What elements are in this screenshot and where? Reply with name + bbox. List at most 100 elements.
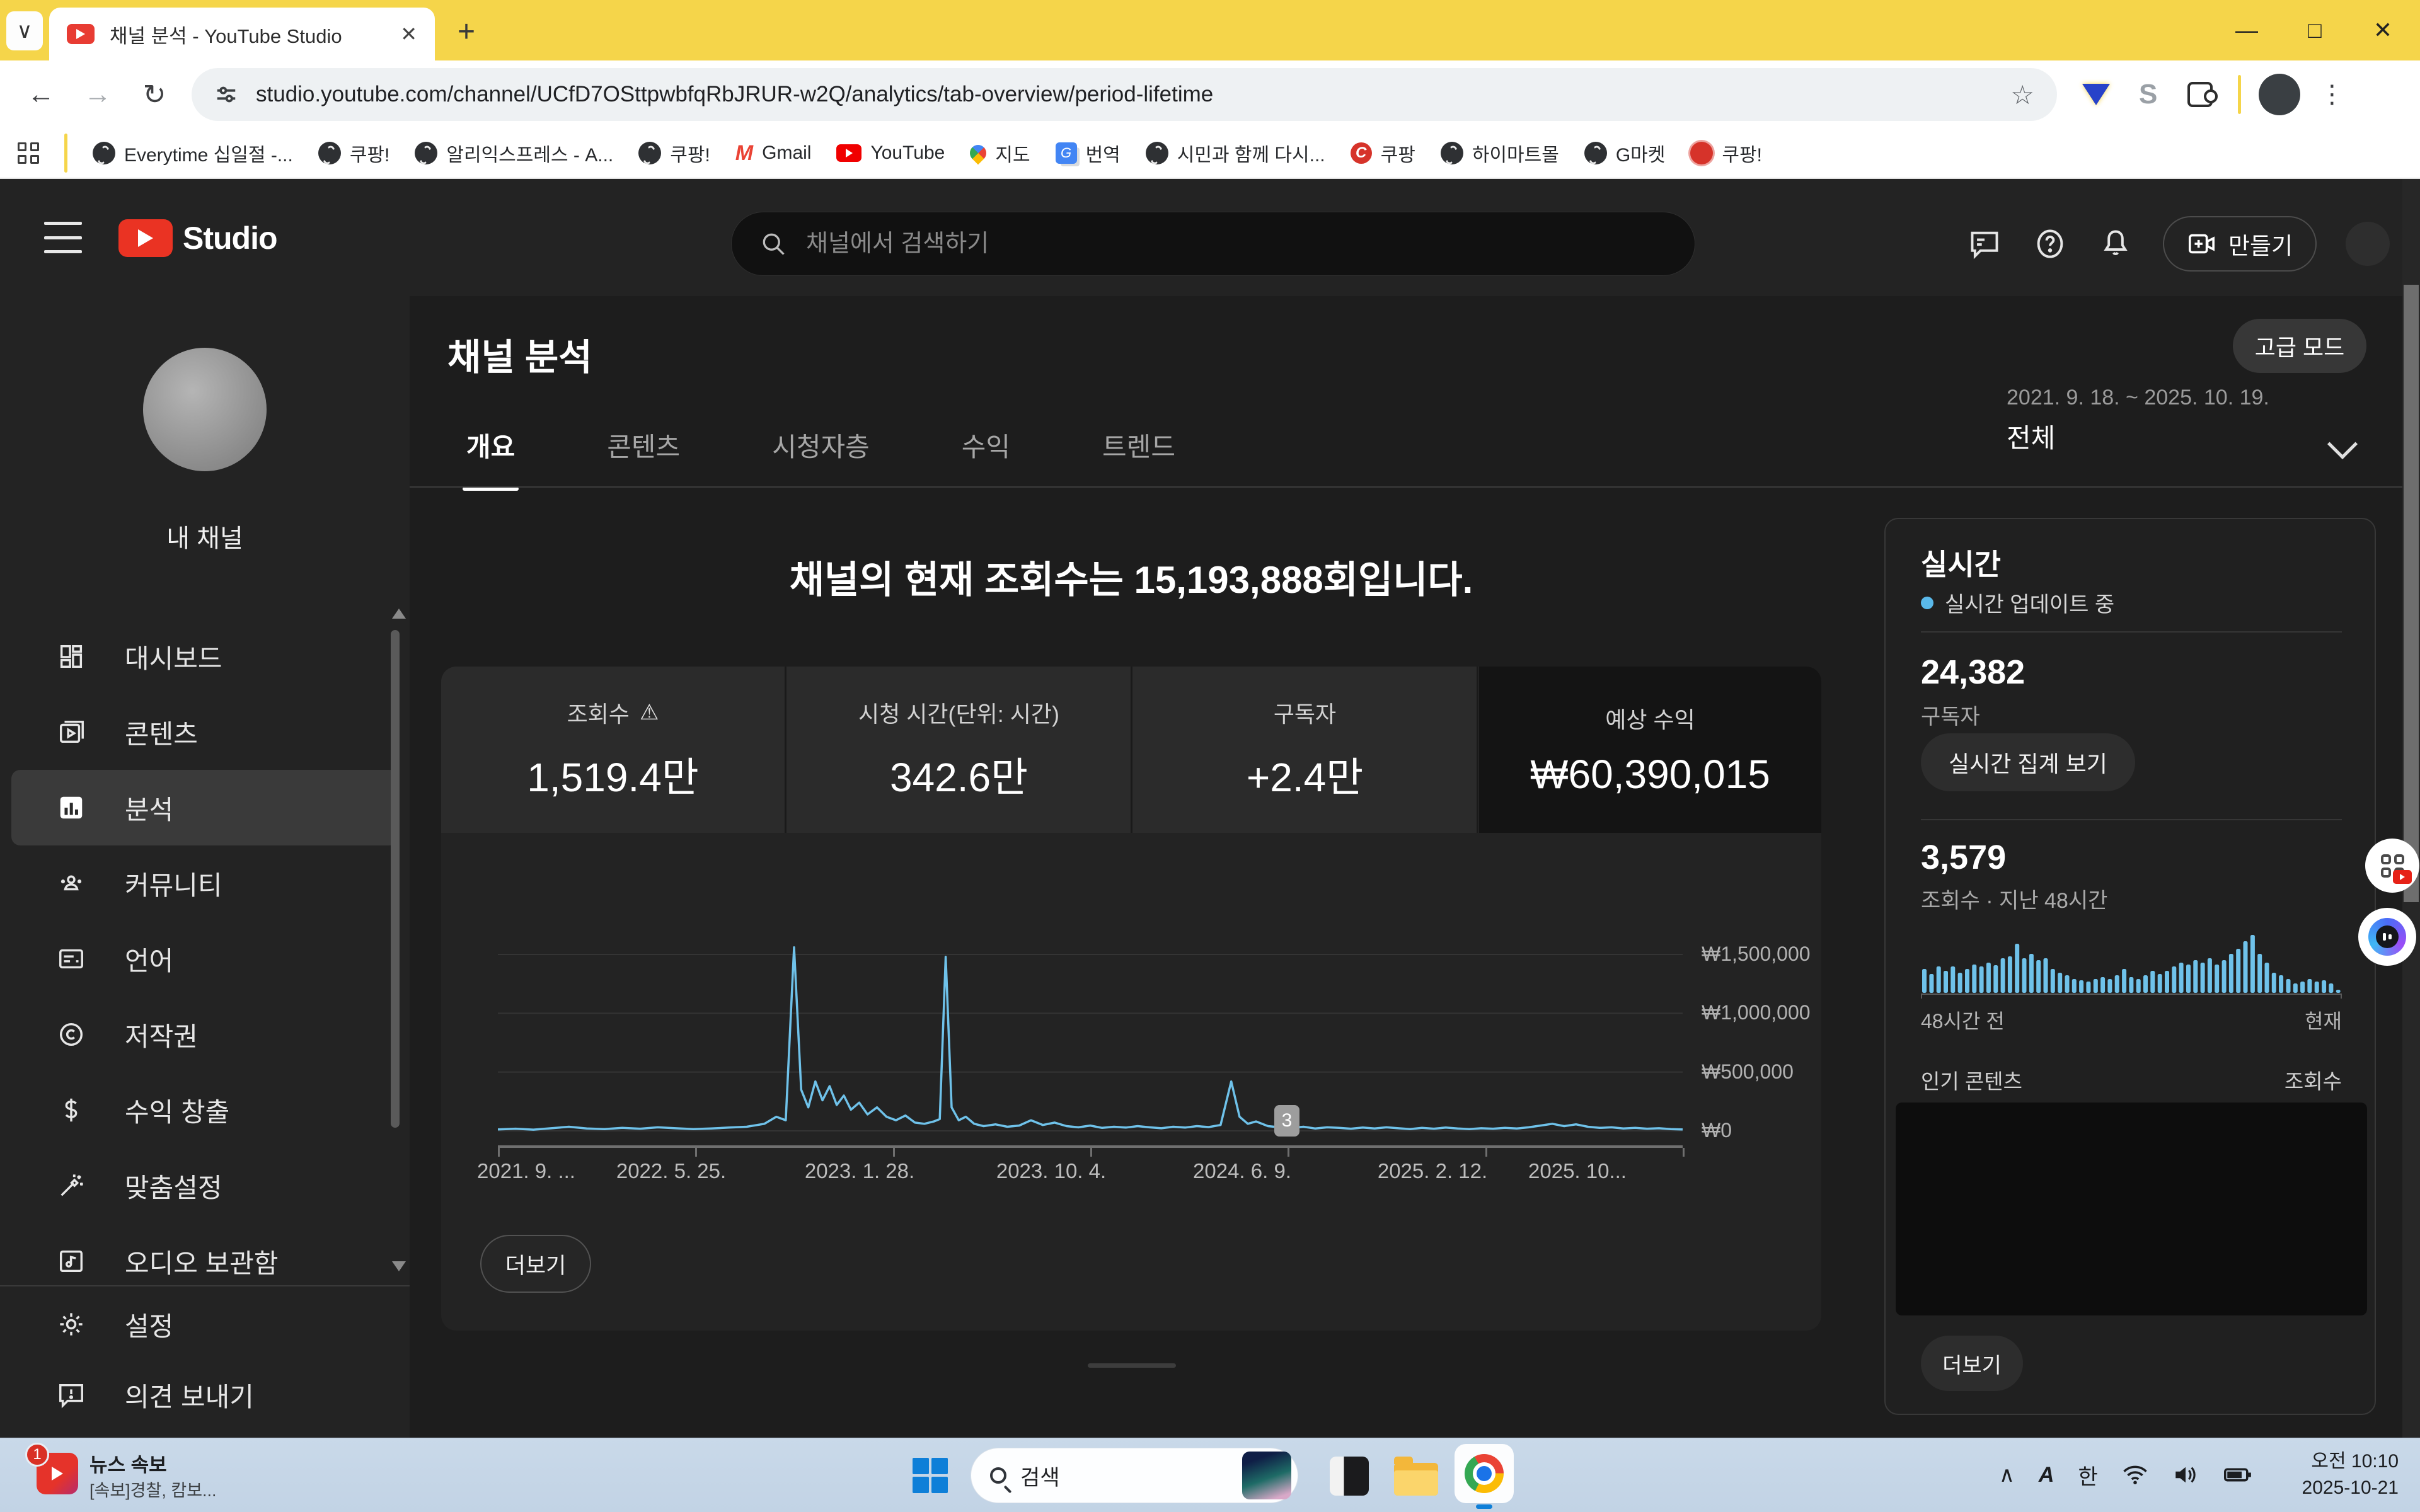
- file-explorer-icon[interactable]: [1394, 1463, 1438, 1496]
- see-live-count-button[interactable]: 실시간 집계 보기: [1921, 733, 2135, 791]
- period-label[interactable]: 전체: [2007, 417, 2055, 455]
- bookmark-star-icon[interactable]: ☆: [2010, 79, 2034, 110]
- metric-card-views[interactable]: 조회수⚠ 1,519.4만: [441, 667, 786, 833]
- tab-content[interactable]: 콘텐츠: [607, 426, 680, 491]
- maximize-button[interactable]: □: [2299, 17, 2331, 43]
- start-button[interactable]: [913, 1458, 948, 1493]
- forward-button[interactable]: →: [69, 79, 126, 110]
- bookmark-item[interactable]: 하이마트몰: [1441, 139, 1559, 167]
- chrome-taskbar-button[interactable]: [1455, 1444, 1514, 1503]
- metric-card-subscribers[interactable]: 구독자 +2.4만: [1133, 667, 1478, 833]
- minimize-button[interactable]: —: [2231, 17, 2262, 43]
- sidebar-item-subtitles[interactable]: 언어: [11, 921, 398, 997]
- bookmark-item[interactable]: C쿠팡: [1351, 139, 1415, 167]
- extensions-puzzle-icon[interactable]: [2187, 82, 2213, 107]
- browser-tab[interactable]: 채널 분석 - YouTube Studio ✕: [49, 8, 435, 60]
- url-text[interactable]: studio.youtube.com/channel/UCfD7OSttpwbf…: [256, 82, 1993, 107]
- notifications-bell-icon[interactable]: [2097, 226, 2134, 262]
- divider: [1921, 819, 2342, 820]
- feedback-comment-icon[interactable]: [1966, 226, 2003, 262]
- s-extension-icon[interactable]: S: [2139, 79, 2157, 110]
- y-tick-label: ₩1,500,000: [1702, 942, 1811, 966]
- sidebar-item-monetization[interactable]: 수익 창출: [11, 1072, 398, 1148]
- download-extension-icon[interactable]: [2082, 84, 2110, 105]
- taskbar-clock[interactable]: 오전 10:10 2025-10-21: [2273, 1438, 2399, 1512]
- sidebar-item-audio-library[interactable]: 오디오 보관함: [11, 1223, 398, 1285]
- pen-input-icon[interactable]: A: [2039, 1463, 2054, 1487]
- metric-card-watch-time[interactable]: 시청 시간(단위: 시간) 342.6만: [787, 667, 1132, 833]
- create-button[interactable]: 만들기: [2163, 216, 2317, 272]
- sidebar-scroll-down-icon[interactable]: [392, 1261, 406, 1271]
- studio-profile-avatar[interactable]: [2346, 222, 2390, 266]
- sidebar-item-send-feedback[interactable]: 의견 보내기: [11, 1360, 398, 1430]
- sidebar-item-content[interactable]: 콘텐츠: [11, 694, 398, 770]
- bookmark-item[interactable]: 알리익스프레스 - A...: [415, 139, 613, 167]
- divider: [64, 134, 67, 173]
- bookmark-item[interactable]: 쿠팡!: [1690, 139, 1762, 167]
- hamburger-menu-icon[interactable]: [44, 222, 82, 253]
- popular-content-list[interactable]: [1896, 1102, 2367, 1315]
- apps-grid-icon[interactable]: [18, 142, 39, 164]
- bookmark-item[interactable]: 시민과 함께 다시...: [1146, 139, 1325, 167]
- news-widget-title[interactable]: 뉴스 속보: [89, 1449, 167, 1477]
- sidebar-item-community[interactable]: 커뮤니티: [11, 845, 398, 921]
- battery-icon[interactable]: [2223, 1462, 2252, 1488]
- bookmark-item[interactable]: 쿠팡!: [318, 139, 390, 167]
- studio-search-box[interactable]: [731, 212, 1695, 276]
- analytics-card: 조회수⚠ 1,519.4만 시청 시간(단위: 시간) 342.6만 구독자 +…: [441, 667, 1821, 1331]
- tab-overview[interactable]: 개요: [466, 426, 515, 491]
- sidebar-item-copyright[interactable]: 저작권: [11, 997, 398, 1072]
- taskbar-app-device[interactable]: [1330, 1457, 1369, 1496]
- tab-revenue[interactable]: 수익: [962, 426, 1010, 491]
- x-tick-label: 2021. 9. ...: [477, 1159, 575, 1183]
- browser-profile-avatar[interactable]: [2259, 74, 2300, 115]
- volume-icon[interactable]: [2172, 1462, 2199, 1488]
- taskbar-search[interactable]: 검색: [971, 1448, 1298, 1503]
- studio-search-input[interactable]: [806, 231, 1667, 258]
- sidebar-item-customization[interactable]: 맞춤설정: [11, 1148, 398, 1223]
- bookmark-item[interactable]: G마켓: [1584, 139, 1666, 167]
- site-info-icon[interactable]: [214, 83, 238, 106]
- realtime-see-more-button[interactable]: 더보기: [1921, 1336, 2023, 1391]
- wifi-icon[interactable]: [2122, 1462, 2148, 1488]
- tab-audience[interactable]: 시청자층: [772, 426, 870, 491]
- studio-logo[interactable]: Studio: [118, 219, 277, 257]
- tab-search-button[interactable]: ∨: [6, 11, 43, 50]
- floating-app-widget[interactable]: [2365, 839, 2419, 893]
- floating-assistant-widget[interactable]: [2358, 908, 2416, 966]
- sidebar-item-settings[interactable]: 설정: [11, 1289, 398, 1360]
- x-tick-label: 2022. 5. 25.: [616, 1159, 726, 1183]
- metric-card-revenue[interactable]: 예상 수익 ₩60,390,015: [1479, 667, 1821, 833]
- warning-icon: ⚠: [640, 700, 659, 725]
- bookmark-item[interactable]: Everytime 십일절 -...: [93, 139, 293, 167]
- sidebar-scrollbar[interactable]: [391, 630, 400, 1128]
- news-widget-subtitle[interactable]: [속보]경찰, 캄보...: [89, 1477, 217, 1501]
- bookmark-item[interactable]: YouTube: [836, 142, 945, 164]
- help-icon[interactable]: [2032, 226, 2068, 262]
- tab-trends[interactable]: 트렌드: [1102, 426, 1175, 491]
- chart-scroll-badge[interactable]: 3: [1274, 1105, 1299, 1137]
- address-bar[interactable]: studio.youtube.com/channel/UCfD7OSttpwbf…: [192, 68, 2057, 121]
- tab-close-icon[interactable]: ✕: [400, 22, 417, 46]
- bookmark-item[interactable]: MGmail: [735, 141, 812, 166]
- advanced-mode-button[interactable]: 고급 모드: [2233, 319, 2366, 373]
- realtime-subscribers-value: 24,382: [1921, 653, 2025, 692]
- browser-menu-icon[interactable]: ⋮: [2319, 80, 2344, 109]
- channel-avatar[interactable]: [143, 348, 267, 471]
- tray-chevron-icon[interactable]: ∧: [1999, 1462, 2015, 1487]
- ime-korean-indicator[interactable]: 한: [2078, 1460, 2097, 1491]
- bookmark-item[interactable]: 지도: [970, 139, 1030, 167]
- page-scrollbar-thumb[interactable]: [2404, 285, 2419, 902]
- bookmark-item[interactable]: G번역: [1056, 139, 1121, 167]
- bookmark-item[interactable]: 쿠팡!: [638, 139, 710, 167]
- sidebar-scroll-up-icon[interactable]: [392, 609, 406, 619]
- see-more-button[interactable]: 더보기: [480, 1235, 591, 1293]
- chart-x-axis-labels: 2021. 9. ...2022. 5. 25.2023. 1. 28.2023…: [498, 1159, 1683, 1184]
- views-headline: 채널의 현재 조회수는 15,193,888회입니다.: [441, 549, 1821, 604]
- sidebar-item-analytics[interactable]: 분석: [11, 770, 398, 845]
- close-button[interactable]: ✕: [2367, 17, 2399, 43]
- reload-button[interactable]: ↻: [126, 79, 183, 111]
- new-tab-button[interactable]: +: [449, 14, 484, 49]
- sidebar-item-dashboard[interactable]: 대시보드: [11, 619, 398, 694]
- back-button[interactable]: ←: [13, 79, 69, 110]
